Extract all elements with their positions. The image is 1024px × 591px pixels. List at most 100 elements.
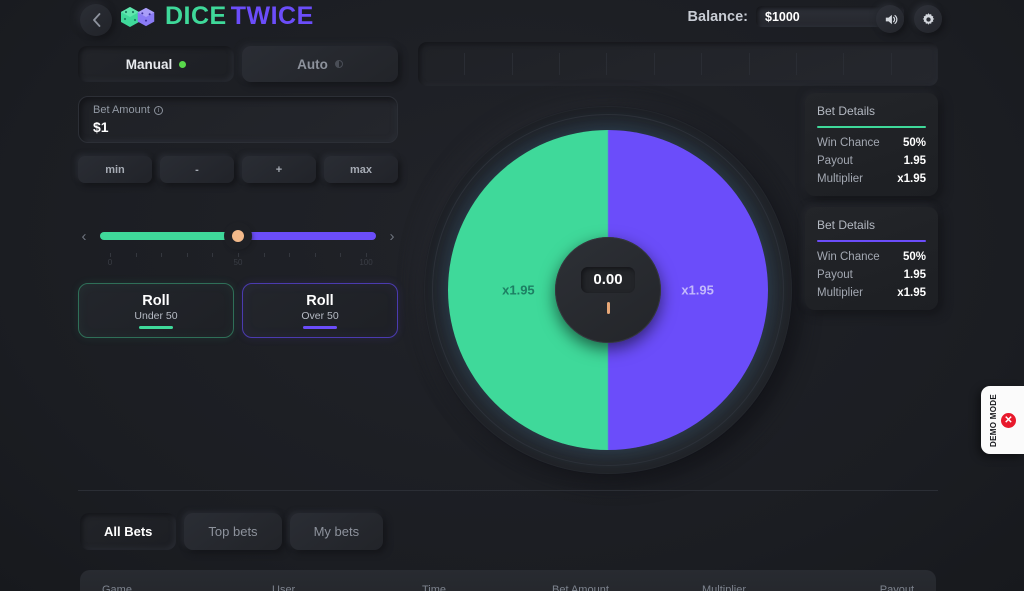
close-circle-icon[interactable]: ✕ — [1001, 412, 1016, 428]
control-panel: Manual Auto Bet Amount i $1 min - + max … — [78, 46, 398, 338]
roll-under-accent-bar — [139, 325, 173, 329]
wheel-left-multiplier: x1.95 — [502, 282, 535, 298]
column-header-game: Game — [102, 584, 132, 591]
roll-over-title: Roll — [306, 292, 334, 309]
history-slot — [702, 53, 750, 75]
settings-button[interactable] — [914, 5, 942, 33]
history-slot — [513, 53, 561, 75]
win-chance-label: Win Chance — [817, 251, 880, 263]
chevron-left-icon — [92, 13, 100, 27]
sound-button[interactable] — [876, 5, 904, 33]
roll-over-button[interactable]: Roll Over 50 — [242, 283, 398, 338]
multiplier-value: x1.95 — [897, 173, 926, 185]
dice-icons — [118, 5, 157, 29]
app-logo[interactable]: DICE TWICE — [118, 2, 314, 31]
dice-game-app: DICE TWICE Balance: $1000 Manual Auto Be… — [0, 0, 1024, 591]
demo-mode-line1: DEMO — [989, 421, 998, 447]
column-header-payout: Payout — [879, 584, 914, 591]
dice-purple-icon — [137, 7, 155, 26]
bet-increase-button[interactable]: + — [242, 156, 316, 183]
back-button[interactable] — [80, 4, 112, 36]
column-header-time: Time — [422, 584, 447, 591]
section-divider — [78, 490, 938, 491]
slider-tick-label-min: 0 — [107, 258, 113, 267]
history-slot — [655, 53, 703, 75]
tab-manual-label: Manual — [125, 56, 173, 72]
history-slot — [607, 53, 655, 75]
tab-auto[interactable]: Auto — [242, 46, 398, 82]
bet-amount-label-row: Bet Amount i — [93, 104, 385, 116]
roll-under-button[interactable]: Roll Under 50 — [78, 283, 234, 338]
logo-text-secondary: TWICE — [230, 2, 314, 30]
multiplier-label: Multiplier — [817, 287, 864, 299]
payout-label: Payout — [817, 269, 853, 281]
wheel-hub: 0.00 — [555, 237, 661, 343]
bet-amount-buttons: min - + max — [78, 156, 398, 183]
roll-under-subtitle: Under 50 — [134, 309, 178, 322]
wheel-right-multiplier: x1.95 — [681, 282, 714, 298]
bet-amount-field[interactable]: Bet Amount i $1 — [78, 96, 398, 143]
wheel-pointer-icon — [606, 301, 610, 314]
column-header-multiplier: Multiplier — [702, 584, 747, 591]
slider-decrease-icon[interactable]: ‹ — [78, 228, 90, 245]
bet-amount-value: $1 — [93, 119, 109, 135]
roll-under-title: Roll — [142, 292, 170, 309]
mode-tab-group: Manual Auto — [78, 46, 398, 82]
win-chance-value: 50% — [902, 137, 926, 149]
history-slot — [750, 53, 797, 75]
tab-manual[interactable]: Manual — [78, 46, 234, 82]
bet-details-row: Win Chance 50% — [817, 251, 926, 263]
tab-all-bets[interactable]: All Bets — [80, 513, 177, 550]
threshold-slider-row: ‹ › — [78, 221, 398, 251]
column-header-bet-amount: Bet Amount — [552, 584, 609, 591]
bet-details-row: Payout 1.95 — [817, 155, 926, 167]
roll-over-accent-bar — [303, 325, 337, 329]
bet-details-title: Bet Details — [817, 104, 876, 118]
history-slot — [418, 53, 466, 75]
balance-area: Balance: $1000 — [688, 6, 904, 27]
history-slot — [892, 53, 938, 75]
roll-buttons: Roll Under 50 Roll Over 50 — [78, 283, 398, 338]
tab-top-bets[interactable]: Top bets — [184, 513, 282, 550]
bet-details-title: Bet Details — [817, 218, 876, 232]
history-slot — [465, 53, 513, 75]
info-icon[interactable]: i — [153, 105, 163, 115]
tab-auto-label: Auto — [297, 56, 328, 72]
win-chance-value: 50% — [902, 251, 926, 263]
slider-knob[interactable] — [227, 225, 249, 247]
slider-tick-label-mid: 50 — [233, 258, 243, 267]
win-chance-label: Win Chance — [817, 137, 880, 149]
demo-mode-line2: MODE — [989, 393, 998, 419]
bet-max-button[interactable]: max — [324, 156, 398, 183]
bet-amount-label: Bet Amount — [93, 104, 150, 116]
bet-details-row: Multiplier x1.95 — [817, 287, 926, 299]
wheel-result-display: 0.00 — [581, 266, 635, 293]
bet-details-row: Payout 1.95 — [817, 269, 926, 281]
bets-table-header: Game User Time Bet Amount Multiplier Pay… — [80, 570, 936, 591]
demo-mode-text: DEMO MODE — [989, 394, 998, 447]
slider-increase-icon[interactable]: › — [386, 228, 398, 245]
multiplier-value: x1.95 — [897, 287, 926, 299]
header-icons — [876, 5, 942, 33]
gear-icon — [922, 12, 934, 25]
bet-details-row: Multiplier x1.95 — [817, 173, 926, 185]
history-slot — [797, 53, 845, 75]
tab-my-bets[interactable]: My bets — [289, 513, 384, 550]
bet-decrease-button[interactable]: - — [160, 156, 234, 183]
slider-ticks: 0 50 100 — [107, 253, 373, 269]
dice-wheel[interactable]: x1.95 x1.95 0.00 — [424, 106, 792, 474]
green-dot-icon — [179, 60, 187, 68]
app-header: DICE TWICE Balance: $1000 — [0, 0, 1024, 42]
balance-value: $1000 — [765, 9, 800, 24]
demo-mode-badge[interactable]: DEMO MODE ✕ — [981, 386, 1024, 454]
bet-details-row: Win Chance 50% — [817, 137, 926, 149]
threshold-slider[interactable] — [100, 221, 376, 251]
payout-value: 1.95 — [903, 269, 926, 281]
speaker-icon — [885, 14, 897, 24]
bet-details-accent-divider — [817, 240, 926, 242]
bet-details-column: Bet Details Win Chance 50% Payout 1.95 M… — [805, 93, 938, 310]
logo-text-primary: DICE — [165, 2, 227, 30]
bet-min-button[interactable]: min — [78, 156, 152, 183]
bet-details-accent-divider — [817, 126, 926, 128]
half-moon-icon — [334, 60, 343, 68]
